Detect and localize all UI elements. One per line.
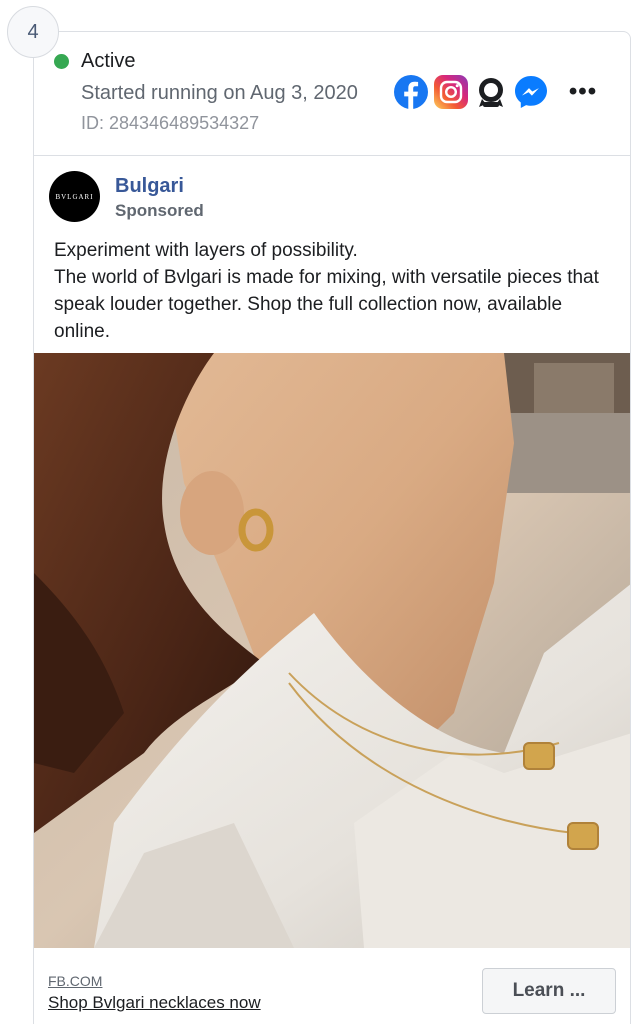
ad-cta-section: FB.COM Shop Bvlgari necklaces now Learn … — [34, 948, 630, 1024]
advertiser-name-link[interactable]: Bulgari — [115, 175, 184, 198]
started-running-date: Started running on Aug 3, 2020 — [81, 82, 358, 104]
audience-network-icon — [479, 78, 503, 107]
ad-status-section: Active Started running on Aug 3, 2020 ID… — [34, 32, 630, 156]
sponsored-label: Sponsored — [115, 201, 204, 220]
messenger-icon — [515, 76, 547, 108]
ad-library-result: 4 Active Started running on Aug 3, 2020 … — [0, 0, 638, 1024]
instagram-icon — [434, 75, 468, 109]
status-label: Active — [81, 50, 136, 72]
ad-header: BVLGARI Bulgari Sponsored — [34, 156, 630, 226]
ad-card: Active Started running on Aug 3, 2020 ID… — [33, 31, 631, 1024]
advertiser-avatar[interactable]: BVLGARI — [49, 171, 100, 222]
ad-body-text: Experiment with layers of possibility. T… — [34, 226, 630, 353]
active-status-dot — [54, 54, 69, 69]
link-title[interactable]: Shop Bvlgari necklaces now — [48, 993, 261, 1013]
jewelry-model-photo — [34, 353, 630, 948]
link-domain[interactable]: FB.COM — [48, 973, 102, 989]
ad-body-line-2: The world of Bvlgari is made for mixing,… — [54, 267, 599, 342]
ad-creative-image[interactable] — [34, 353, 630, 948]
status-row: Active — [54, 50, 135, 73]
ad-id: ID: 284346489534327 — [81, 113, 260, 133]
avatar-logo-text: BVLGARI — [55, 192, 94, 201]
ad-body-line-1: Experiment with layers of possibility. — [54, 240, 358, 261]
platform-icons — [394, 75, 554, 109]
facebook-icon — [394, 75, 428, 109]
result-index-badge: 4 — [7, 6, 59, 58]
learn-more-button[interactable]: Learn ... — [482, 968, 616, 1014]
more-options-button[interactable]: ••• — [568, 78, 598, 105]
